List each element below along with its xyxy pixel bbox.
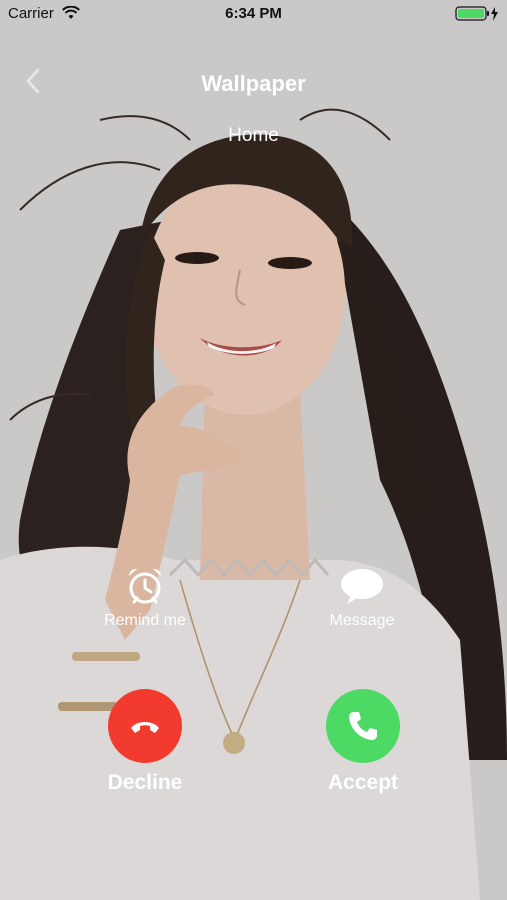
caller-name: Home (228, 125, 279, 146)
message-label: Message (329, 612, 395, 629)
incoming-call-screen: Carrier 6:34 PM Wallpaper Home Remind me… (0, 0, 507, 900)
message-button[interactable]: Message (312, 566, 412, 630)
status-time: 6:34 PM (225, 5, 282, 22)
phone-icon (349, 712, 377, 740)
battery-icon (455, 6, 499, 26)
accept-label: Accept (327, 771, 399, 794)
alarm-clock-icon (128, 568, 162, 604)
page-title: Wallpaper (201, 71, 306, 96)
decline-button[interactable] (108, 689, 182, 763)
charging-bolt-icon (491, 7, 498, 21)
hang-up-phone-icon (131, 722, 159, 733)
status-bar: Carrier 6:34 PM (0, 0, 507, 28)
remind-me-button[interactable]: Remind me (95, 566, 195, 630)
speech-bubble-icon (341, 569, 383, 604)
remind-me-label: Remind me (104, 612, 186, 629)
decline-label: Decline (107, 771, 183, 794)
accept-button[interactable] (326, 689, 400, 763)
